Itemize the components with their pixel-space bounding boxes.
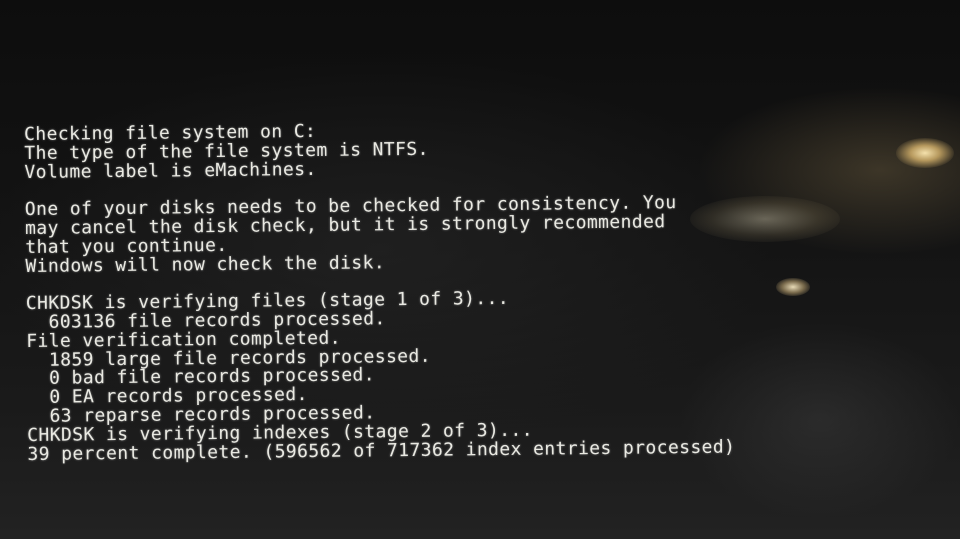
console-output: Checking file system on C: The type of t… [24, 116, 939, 465]
chkdsk-screen: Checking file system on C: The type of t… [0, 0, 960, 539]
